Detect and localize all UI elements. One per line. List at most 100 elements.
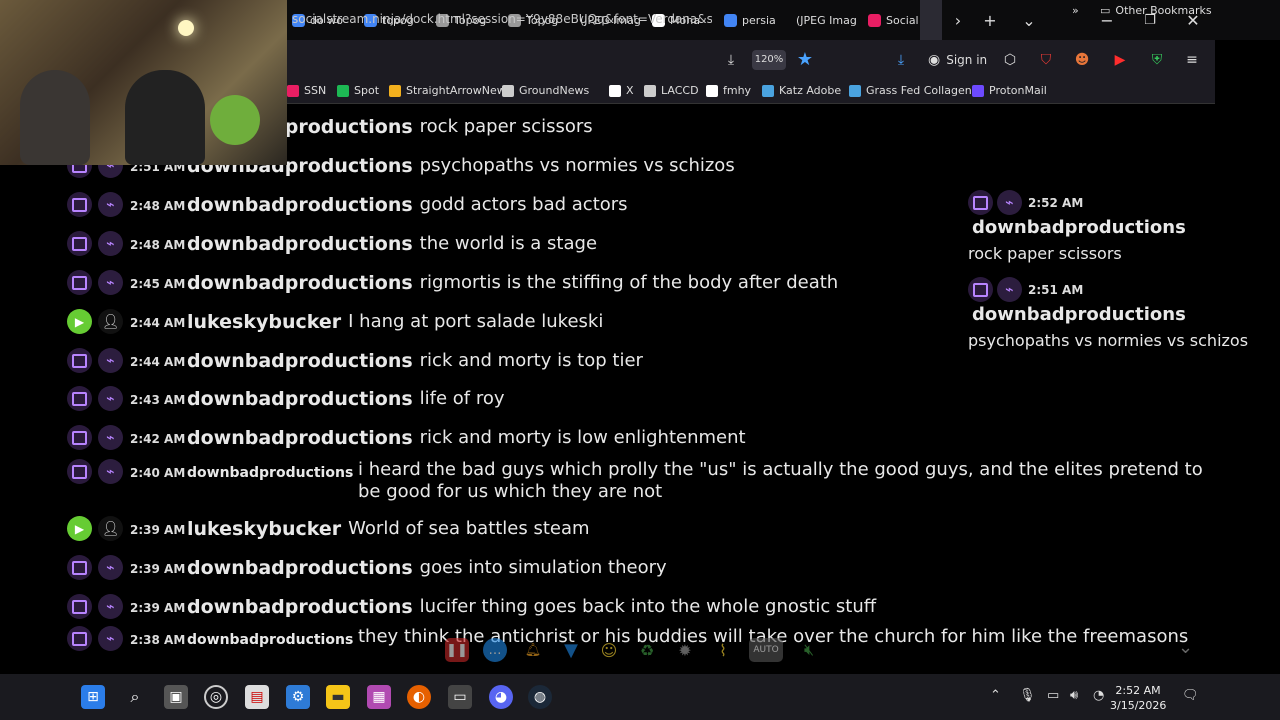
- message-source-icons: ⌁: [64, 594, 130, 619]
- bookmark-item[interactable]: Katz Adobe: [762, 84, 841, 97]
- browser-tab[interactable]: (JPEG Imag: [790, 0, 862, 40]
- twitch-icon: [67, 386, 92, 411]
- badge-icon[interactable]: ✹: [673, 638, 697, 662]
- chat-message[interactable]: ⌁ 2:39 AM downbadproductions goes into simu…: [64, 555, 1215, 580]
- volume-icon[interactable]: 🔊︎: [1070, 688, 1078, 703]
- twitch-icon: [67, 231, 92, 256]
- webcam-overlay: [0, 0, 287, 165]
- auto-icon[interactable]: AUTO: [749, 638, 783, 662]
- zoom-level-button[interactable]: 120%: [752, 50, 786, 70]
- network-icon[interactable]: ◔: [1093, 688, 1104, 703]
- message-text: rick and morty is top tier: [419, 350, 643, 371]
- extensions-icon[interactable]: ⬡: [1001, 51, 1019, 69]
- firefox-taskbar-icon[interactable]: ◐: [407, 685, 431, 709]
- list-tabs-button[interactable]: ⌄: [1009, 0, 1049, 40]
- chat-message[interactable]: ⌁ 2:44 AM downbadproductions rick and morty…: [64, 348, 1215, 373]
- mask-extension-icon[interactable]: ☻: [1073, 51, 1091, 69]
- address-field[interactable]: socialstream.ninja/dock.html?session=Y9y…: [292, 12, 712, 26]
- pause-icon[interactable]: ❚❚: [445, 638, 469, 662]
- recycle-icon[interactable]: ♻: [635, 638, 659, 662]
- tray-overflow-icon[interactable]: ⌃: [990, 688, 1001, 703]
- twitch-icon: [67, 425, 92, 450]
- featured-text: psychopaths vs normies vs schizos: [968, 331, 1249, 350]
- new-tab-button[interactable]: +: [970, 0, 1010, 40]
- sign-in-button[interactable]: ◉ Sign in: [928, 50, 987, 70]
- featured-message[interactable]: ⌁ 2:52 AM downbadproductions rock paper sci…: [968, 190, 1278, 263]
- user-avatar-icon: ⌁: [98, 555, 123, 580]
- user-avatar-icon: ⌁: [98, 231, 123, 256]
- start-button[interactable]: ⊞: [81, 685, 105, 709]
- microphone-icon[interactable]: 🎙︎: [1019, 688, 1036, 703]
- chat-message[interactable]: ⌁ 2:42 AM downbadproductions rick and morty…: [64, 425, 1215, 450]
- message-text: godd actors bad actors: [419, 194, 628, 215]
- bookmark-item[interactable]: StraightArrowNews: [389, 84, 511, 97]
- bookmarks-overflow-icon[interactable]: »: [1072, 4, 1079, 17]
- display-icon[interactable]: ▭: [1047, 688, 1059, 703]
- chat-toolbar: ❚❚ … 🔔︎ ▼ ☺ ♻ ✹ ⌇ AUTO 🔇︎: [445, 634, 845, 666]
- rumble-icon: ▶: [67, 309, 92, 334]
- discord-taskbar-icon[interactable]: ◕: [489, 685, 513, 709]
- message-time: 2:39 AM: [130, 601, 186, 615]
- user-avatar-icon: ⌁: [98, 270, 123, 295]
- bookmark-item[interactable]: Grass Fed Collagen: [849, 84, 972, 97]
- message-text: rick and morty is low enlightenment: [419, 427, 746, 448]
- bookmark-item[interactable]: X: [609, 84, 634, 97]
- notifications-icon[interactable]: 🗨︎: [1182, 688, 1199, 703]
- chat-message[interactable]: ⌁ 2:40 AM downbadproductions i heard the ba…: [64, 459, 1215, 503]
- bookmark-star-icon[interactable]: ★: [796, 49, 814, 70]
- bookmark-item[interactable]: SSN: [287, 84, 326, 97]
- scroll-to-bottom-icon[interactable]: ⌄: [1178, 637, 1193, 658]
- shield-extension-icon[interactable]: ⛨: [1148, 51, 1166, 69]
- chat-message[interactable]: ⌁ 2:39 AM downbadproductions lucifer thing …: [64, 594, 1215, 619]
- message-author: downbadproductions: [187, 632, 354, 648]
- message-source-icons: ⌁: [64, 270, 130, 295]
- task-view-icon[interactable]: ▣: [164, 685, 188, 709]
- bookmark-item[interactable]: Spot: [337, 84, 379, 97]
- network-app-taskbar-icon[interactable]: ⚙: [286, 685, 310, 709]
- chat-message[interactable]: ▶ 👤︎ 2:39 AM lukeskybucker World of sea batt…: [64, 516, 1215, 541]
- app2-taskbar-icon[interactable]: ▦: [367, 685, 391, 709]
- message-source-icons: ⌁: [64, 555, 130, 580]
- window-taskbar-icon[interactable]: ▭: [448, 685, 472, 709]
- featured-message[interactable]: ⌁ 2:51 AM downbadproductions psychopaths vs…: [968, 277, 1278, 350]
- message-time: 2:45 AM: [130, 277, 186, 291]
- emoji-icon[interactable]: ☺: [597, 638, 621, 662]
- youtube-extension-icon[interactable]: ▶: [1111, 51, 1129, 69]
- save-to-pocket-icon[interactable]: ⤓: [722, 51, 740, 69]
- filter-icon[interactable]: ▼: [559, 638, 583, 662]
- ublock-icon[interactable]: ⛉: [1037, 51, 1055, 69]
- bookmark-favicon-icon: [849, 84, 861, 97]
- search-icon[interactable]: ⌕: [123, 685, 147, 709]
- person-image: [125, 70, 205, 165]
- user-avatar-icon: ⌁: [98, 348, 123, 373]
- tab-label: persia: [742, 13, 776, 27]
- file-explorer-icon[interactable]: ▬: [326, 685, 350, 709]
- broom-icon[interactable]: ⌇: [711, 638, 735, 662]
- mute-icon[interactable]: 🔇︎: [797, 638, 821, 662]
- app-taskbar-icon[interactable]: ▤: [245, 685, 269, 709]
- bookmark-item[interactable]: GroundNews: [502, 84, 589, 97]
- bookmark-item[interactable]: fmhy: [706, 84, 751, 97]
- message-source-icons: ⌁: [64, 231, 130, 256]
- twitch-icon: [67, 555, 92, 580]
- system-clock[interactable]: 2:52 AM 3/15/2026: [1110, 683, 1166, 713]
- bell-icon[interactable]: 🔔︎: [521, 638, 545, 662]
- user-avatar-icon: ⌁: [98, 192, 123, 217]
- chrome-taskbar-icon[interactable]: ◎: [204, 685, 228, 709]
- downloads-icon[interactable]: ⤓: [892, 51, 910, 69]
- chat-bubble-icon[interactable]: …: [483, 638, 507, 662]
- message-source-icons: ▶ 👤︎: [64, 309, 130, 334]
- menu-icon[interactable]: ≡: [1183, 51, 1201, 69]
- clock-date: 3/15/2026: [1110, 699, 1167, 712]
- other-bookmarks[interactable]: ▭ Other Bookmarks: [1100, 4, 1212, 17]
- bookmark-favicon-icon: [502, 84, 514, 97]
- chat-message[interactable]: ⌁ 2:43 AM downbadproductions life of roy: [64, 386, 1215, 411]
- browser-tab[interactable]: persia: [718, 0, 790, 40]
- rumble-icon: ▶: [67, 516, 92, 541]
- message-time: 2:39 AM: [130, 523, 186, 537]
- lamp-image: [178, 20, 194, 36]
- tab-label: Social: [886, 13, 919, 27]
- bookmark-item[interactable]: ProtonMail: [972, 84, 1047, 97]
- bookmark-item[interactable]: LACCD: [644, 84, 699, 97]
- steam-taskbar-icon[interactable]: ◍: [528, 685, 552, 709]
